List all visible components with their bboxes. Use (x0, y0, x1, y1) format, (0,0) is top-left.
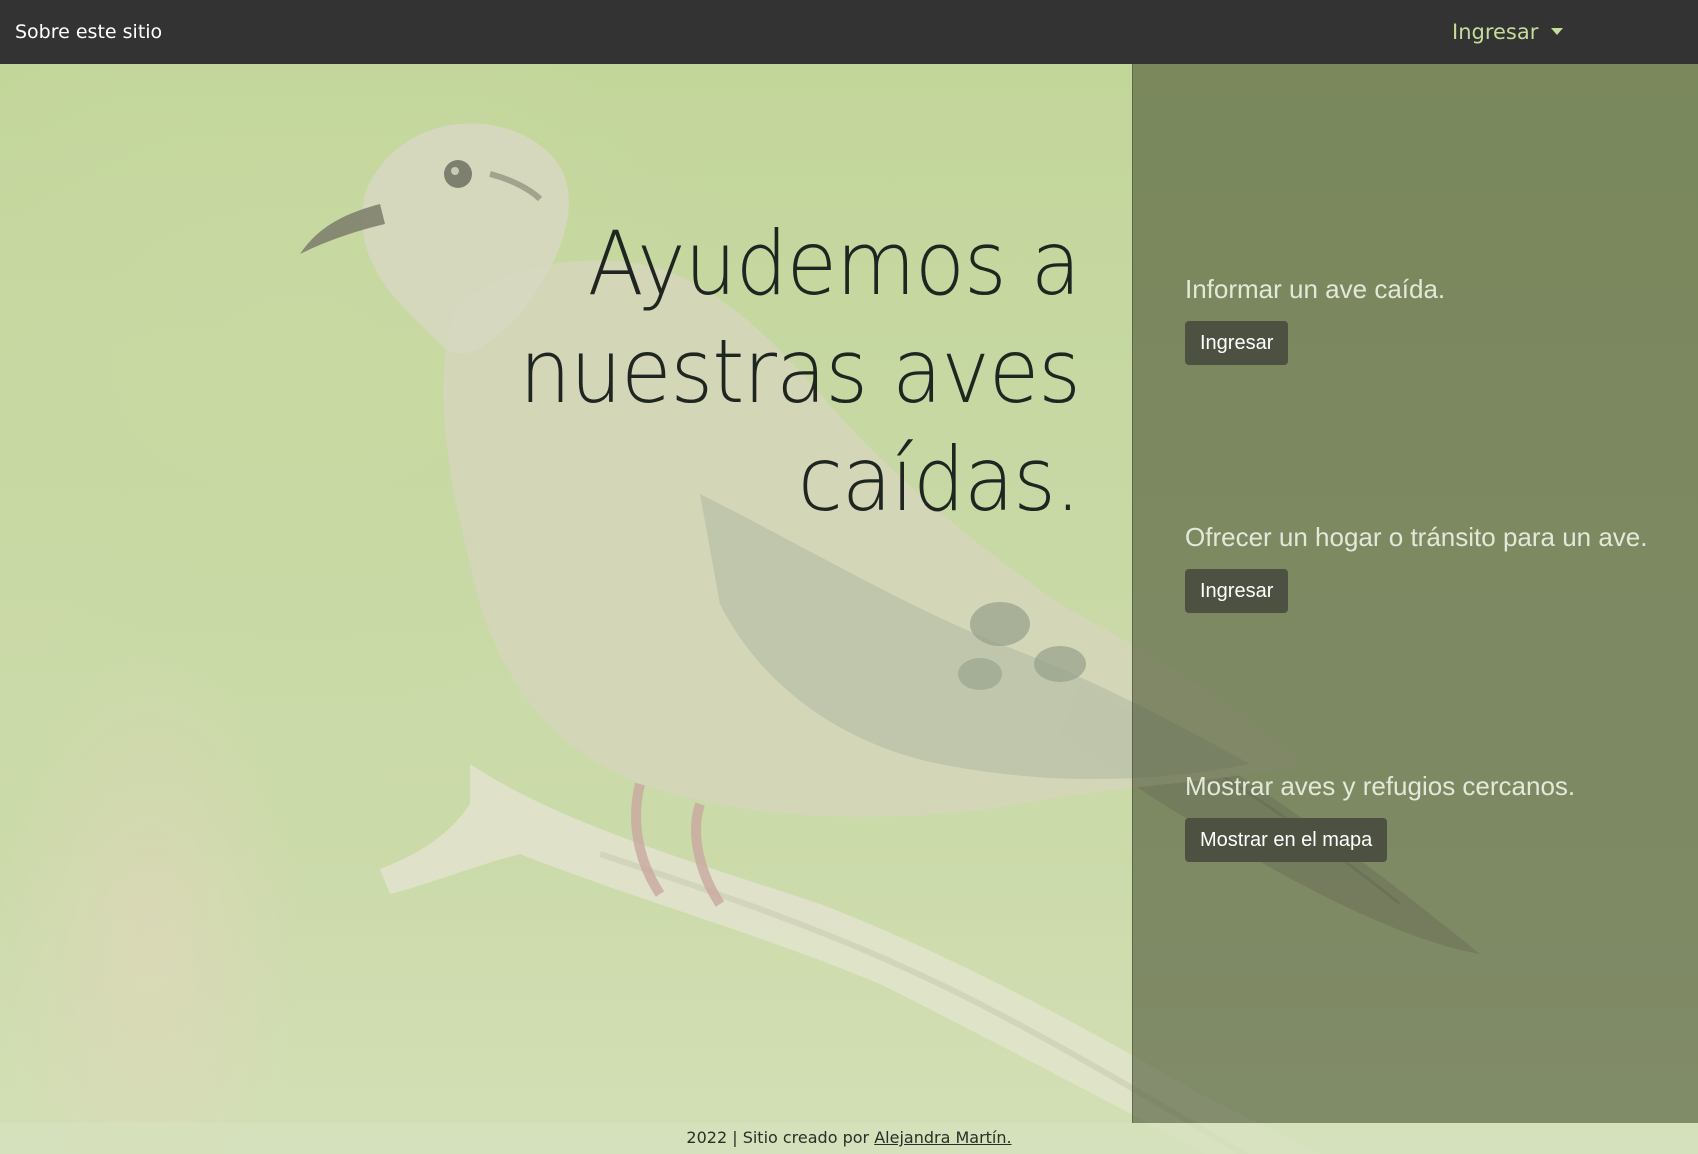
report-bird-login-button[interactable]: Ingresar (1185, 321, 1289, 365)
show-map-heading: Mostrar aves y refugios cercanos. (1185, 771, 1576, 801)
headline-line-3: caídas. (797, 428, 1081, 531)
top-navbar: Sobre este sitio Ingresar (0, 0, 1698, 64)
page-footer: 2022 | Sitio creado por Alejandra Martín… (0, 1123, 1698, 1154)
headline-line-1: Ayudemos a (587, 212, 1081, 315)
footer-text: 2022 | Sitio creado por (686, 1128, 875, 1147)
show-map-button[interactable]: Mostrar en el mapa (1185, 818, 1388, 862)
author-link[interactable]: Alejandra Martín. (874, 1128, 1011, 1147)
offer-home-section: Ofrecer un hogar o tránsito para un ave.… (1185, 522, 1648, 613)
offer-home-login-button[interactable]: Ingresar (1185, 569, 1289, 613)
report-bird-section: Informar un ave caída. Ingresar (1185, 274, 1445, 365)
show-map-section: Mostrar aves y refugios cercanos. Mostra… (1185, 771, 1575, 862)
headline-line-2: nuestras aves (519, 320, 1081, 423)
actions-panel: Informar un ave caída. Ingresar Ofrecer … (1132, 64, 1698, 1123)
login-dropdown-toggle[interactable]: Ingresar (1452, 0, 1564, 64)
report-bird-heading: Informar un ave caída. (1185, 274, 1446, 304)
login-dropdown-label: Ingresar (1452, 20, 1539, 44)
offer-home-heading: Ofrecer un hogar o tránsito para un ave. (1185, 522, 1648, 552)
about-site-link[interactable]: Sobre este sitio (15, 0, 162, 64)
hero-headline: Ayudemos a nuestras aves caídas. (485, 210, 1081, 534)
caret-down-icon (1551, 27, 1564, 35)
